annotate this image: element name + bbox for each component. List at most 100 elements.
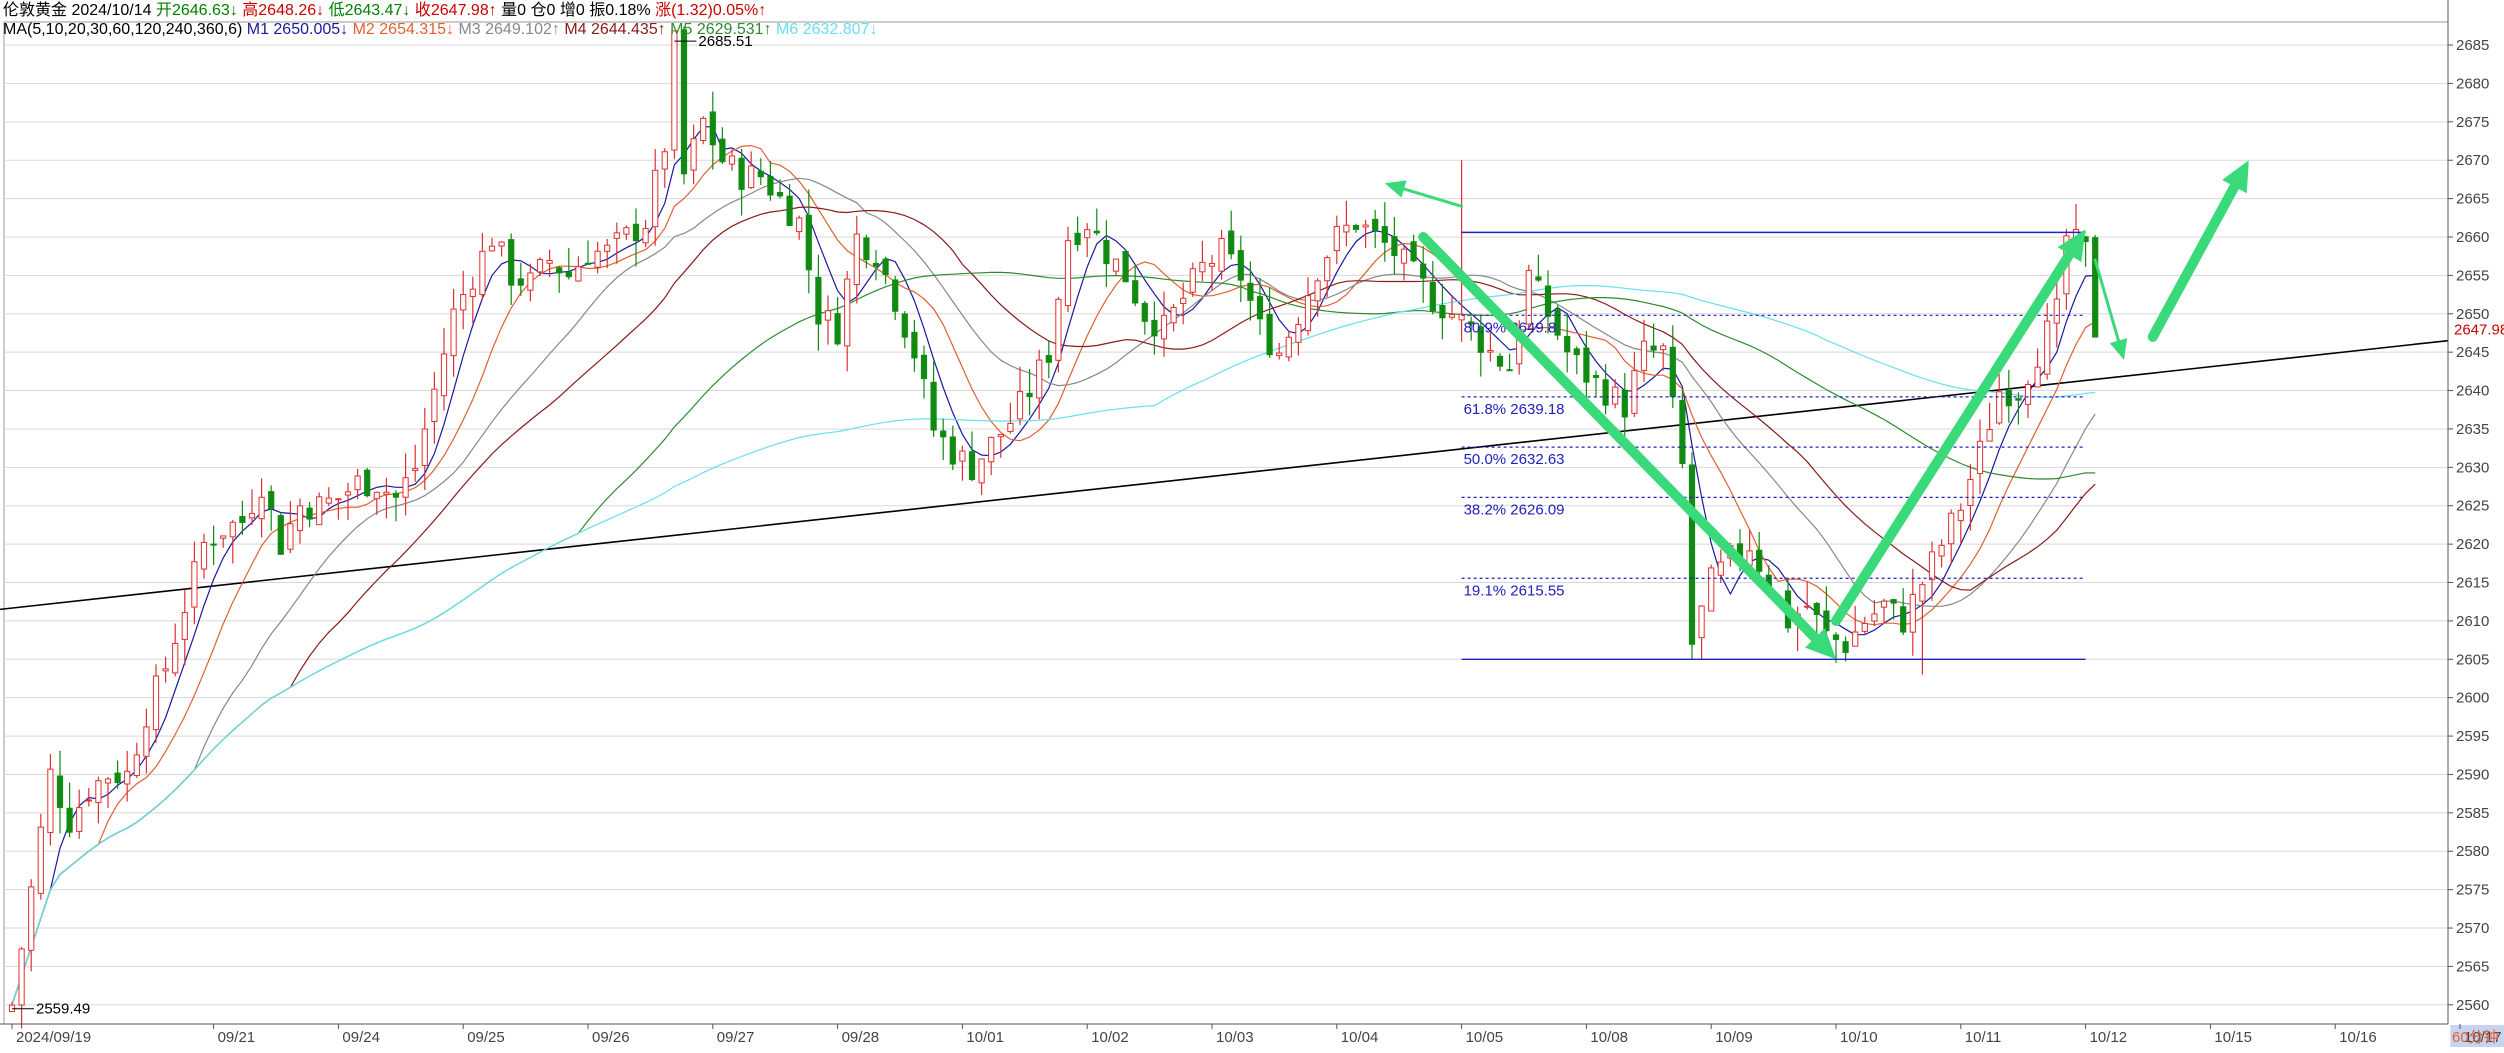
candle-body	[959, 450, 966, 462]
price-tick-label: 2615	[2456, 575, 2489, 592]
candle-body	[2015, 398, 2022, 401]
header-field: 量0	[501, 2, 530, 19]
candle-body	[709, 111, 716, 146]
candle-body	[1064, 240, 1072, 307]
candle-body	[1122, 250, 1129, 283]
price-tick-label: 2630	[2456, 459, 2489, 476]
candle-body	[1343, 224, 1350, 233]
candle-body	[402, 477, 409, 498]
candle-body	[853, 233, 860, 286]
candle-body	[124, 770, 131, 785]
chart-canvas[interactable]: 80.9% 2649.861.8% 2639.1850.0% 2632.6338…	[0, 0, 2504, 1048]
candle-body	[172, 642, 179, 674]
candle-body	[1304, 295, 1312, 332]
candle-body	[354, 475, 361, 491]
price-tick-label: 2645	[2456, 344, 2489, 361]
candle-body	[920, 354, 928, 380]
candle-body	[1861, 622, 1868, 632]
date-label: 10/10	[1840, 1029, 1878, 1046]
candle-body	[1948, 512, 1955, 545]
candle-body	[1804, 605, 1811, 608]
timeframe-label: 60分钟	[2452, 1029, 2499, 1046]
candle-body	[344, 491, 352, 496]
price-tick-label: 2565	[2456, 958, 2489, 975]
candle-body	[1208, 262, 1216, 267]
candle-body	[1880, 600, 1888, 608]
trend-arrow-shaft	[2093, 258, 2120, 343]
candle-body	[1112, 258, 1120, 272]
candle-body	[872, 262, 880, 267]
header-line2: MA(5,10,20,30,60,120,240,360,6) M1 2650.…	[3, 21, 877, 38]
candle-body	[1189, 268, 1196, 293]
candle-body	[1621, 389, 1628, 418]
date-label: 2024/09/19	[16, 1029, 91, 1046]
candle-body	[392, 492, 400, 498]
fib-level-label: 38.2% 2626.09	[1464, 501, 1565, 518]
candle-body	[536, 258, 544, 273]
ma-line-m1	[11, 125, 2096, 1005]
candle-body	[728, 155, 736, 165]
candle-body	[498, 241, 505, 247]
header-field: M3 2649.102↑	[458, 21, 564, 38]
candle-body	[1362, 224, 1369, 228]
fib-level-label: 19.1% 2615.55	[1464, 582, 1565, 599]
fib-level-label: 50.0% 2632.63	[1464, 451, 1565, 468]
trend-arrow-head	[2109, 338, 2128, 360]
candle-body	[1717, 561, 1724, 576]
candle-body	[210, 543, 217, 546]
candle-body	[325, 497, 332, 504]
candle-body	[1084, 229, 1091, 239]
candle-body	[642, 228, 649, 244]
candle-body	[1448, 314, 1456, 318]
header-field: 开2646.63↓	[156, 2, 242, 19]
candle-body	[508, 239, 515, 286]
candles	[8, 26, 2099, 1029]
price-tick-label: 2665	[2456, 191, 2489, 208]
candle-body	[1823, 610, 1830, 632]
price-tick-label: 2610	[2456, 613, 2489, 630]
candle-body	[364, 469, 371, 497]
price-tick-label: 2625	[2456, 498, 2489, 515]
candle-body	[1180, 297, 1187, 305]
price-tick-label: 2585	[2456, 805, 2489, 822]
moving-average-lines	[11, 125, 2096, 1005]
price-tick-label: 2660	[2456, 229, 2489, 246]
candle-body	[1564, 335, 1571, 353]
candle-body	[748, 165, 755, 189]
header-field: 伦敦黄金 2024/10/14	[3, 1, 156, 19]
candle-body	[1170, 306, 1177, 324]
candle-body	[1640, 340, 1648, 372]
candle-body	[268, 491, 275, 509]
candle-body	[940, 430, 947, 438]
header-field: 增0	[560, 1, 589, 19]
candle-body	[556, 267, 563, 274]
candle-body	[1151, 319, 1158, 337]
price-tick-label: 2595	[2456, 728, 2489, 745]
date-label: 10/11	[1965, 1029, 2001, 1046]
candle-body	[2034, 366, 2041, 388]
price-tick-label: 2675	[2456, 114, 2489, 131]
candlestick-chart[interactable]: 80.9% 2649.861.8% 2639.1850.0% 2632.6338…	[0, 0, 2504, 1048]
header-field: 低2643.47↓	[329, 1, 415, 19]
candle-body	[632, 223, 640, 242]
trend-arrow-shaft	[1402, 187, 1464, 208]
candle-body	[56, 775, 64, 808]
candle-body	[450, 308, 457, 357]
candle-body	[1928, 551, 1936, 581]
candle-body	[287, 523, 294, 550]
date-label: 09/21	[218, 1029, 256, 1046]
candle-body	[1573, 348, 1580, 356]
header-field: M5 2629.531↑	[670, 21, 776, 38]
candle-body	[440, 353, 448, 397]
candle-body	[671, 30, 678, 151]
candle-body	[1007, 422, 1014, 432]
candle-body	[1045, 355, 1052, 363]
candle-body	[1247, 282, 1254, 301]
candle-body	[412, 468, 419, 472]
price-tick-label: 2655	[2456, 267, 2489, 284]
candle-body	[1093, 230, 1100, 234]
price-tick-label: 2580	[2456, 843, 2489, 860]
candle-body	[1612, 386, 1619, 405]
candle-body	[191, 561, 198, 608]
candle-body	[1592, 374, 1600, 378]
